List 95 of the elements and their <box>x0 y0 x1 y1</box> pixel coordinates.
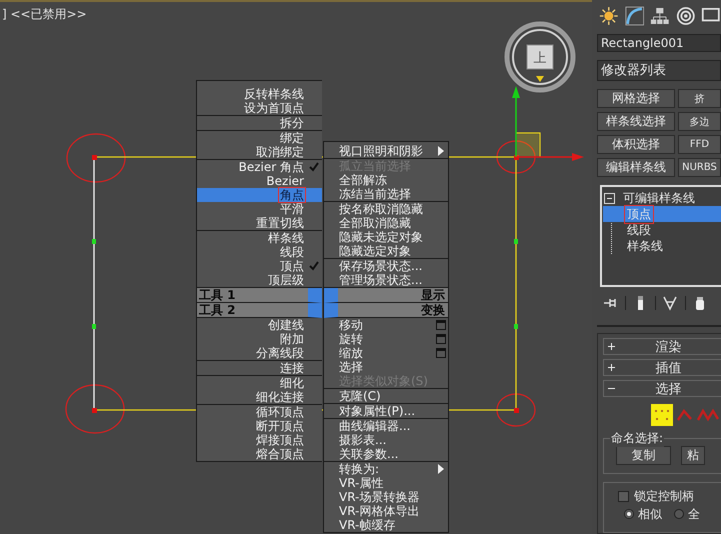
vertex-mode-icon <box>651 404 673 426</box>
modifier-button[interactable]: 网格选择 <box>597 89 675 108</box>
modifier-button[interactable]: 挤 <box>678 89 721 108</box>
hierarchy-icon <box>650 5 670 27</box>
menu-item[interactable]: 选择 <box>324 360 448 374</box>
checkbox-label: 锁定控制柄 <box>634 488 694 504</box>
sun-icon <box>599 5 619 27</box>
menu-item[interactable]: 循环顶点 <box>197 405 322 419</box>
menu-item[interactable]: 视口照明和阴影 <box>324 144 448 158</box>
modifier-list-dropdown[interactable]: 修改器列表 <box>597 60 721 82</box>
modifier-button[interactable]: 多边 <box>678 112 721 132</box>
rollout-header[interactable]: 插值 <box>603 359 721 376</box>
menu-item[interactable]: VR-网格体导出 <box>324 504 448 518</box>
menu-item[interactable]: 设为首顶点 <box>197 101 322 115</box>
stack-item[interactable]: 线段 <box>603 222 721 238</box>
modifier-button[interactable]: 体积选择 <box>597 135 675 154</box>
quad-header: 变换 <box>324 303 448 318</box>
menu-item[interactable]: 取消绑定 <box>197 145 322 159</box>
menu-item[interactable]: 线段 <box>197 245 322 259</box>
object-name-field[interactable]: Rectangle001 <box>597 34 721 52</box>
menu-item[interactable]: VR-属性 <box>324 476 448 490</box>
quad-header: 显示 <box>324 288 448 303</box>
radio-label: 全 <box>688 506 700 522</box>
segment-mode-icon <box>677 408 693 422</box>
submenu-arrow-icon <box>438 146 444 156</box>
menu-item[interactable]: 拆分 <box>197 116 322 130</box>
funnel-icon <box>663 295 678 312</box>
group-title: 命名选择: <box>610 430 664 447</box>
collapse-icon[interactable] <box>604 192 615 204</box>
spline-mode-icon <box>697 408 719 422</box>
modifier-button[interactable]: NURBS <box>678 158 721 178</box>
expand-icon <box>607 342 616 351</box>
menu-item[interactable]: 重置切线 <box>197 216 322 230</box>
menu-item[interactable]: 平滑 <box>197 202 322 216</box>
menu-item[interactable]: Bezier 角点 <box>197 160 322 174</box>
selection-circle <box>496 393 536 427</box>
menu-item[interactable]: 创建线 <box>197 318 322 332</box>
menu-item[interactable]: 按名称取消隐藏 <box>324 202 448 216</box>
selection-circle <box>65 384 125 434</box>
rollout-header[interactable]: 渲染 <box>603 338 721 355</box>
menu-item[interactable]: VR-场景转换器 <box>324 490 448 504</box>
menu-item[interactable]: 细化 <box>197 376 322 390</box>
menu-item[interactable]: 熔合顶点 <box>197 447 322 461</box>
menu-item[interactable]: 分离线段 <box>197 346 322 360</box>
menu-item[interactable]: Bezier <box>197 174 322 188</box>
radio-button[interactable] <box>674 509 684 519</box>
menu-item[interactable]: 曲线编辑器... <box>324 419 448 433</box>
menu-item[interactable]: 附加 <box>197 332 322 346</box>
menu-item[interactable]: 管理场景状态... <box>324 273 448 287</box>
menu-item[interactable]: 连接 <box>197 361 322 375</box>
quad-header: 工具 2 <box>197 303 322 318</box>
menu-item[interactable]: 冻结当前选择 <box>324 187 448 201</box>
expand-icon <box>607 363 616 372</box>
menu-item[interactable]: VR-帧缓存 <box>324 518 448 532</box>
menu-item[interactable]: 顶点 <box>197 259 322 273</box>
selection-circle <box>496 140 536 174</box>
menu-item[interactable]: 绑定 <box>197 131 322 145</box>
menu-item[interactable]: 移动 <box>324 318 448 332</box>
modifier-button[interactable]: 编辑样条线 <box>597 158 675 178</box>
menu-item[interactable]: 保存场景状态... <box>324 259 448 273</box>
menu-item[interactable]: 顶层级 <box>197 273 322 287</box>
menu-item[interactable]: 摄影表... <box>324 433 448 447</box>
menu-item[interactable]: 反转样条线 <box>197 87 322 101</box>
stack-item[interactable]: 可编辑样条线 <box>602 190 721 206</box>
menu-item[interactable]: 转换为: <box>324 462 448 476</box>
quad-header: 工具 1 <box>197 288 322 303</box>
menu-item[interactable]: 缩放 <box>324 346 448 360</box>
menu-item[interactable]: 隐藏未选定对象 <box>324 230 448 244</box>
menu-item[interactable]: 全部取消隐藏 <box>324 216 448 230</box>
target-icon <box>676 5 696 27</box>
menu-item[interactable]: 隐藏选定对象 <box>324 244 448 258</box>
menu-item[interactable]: 全部解冻 <box>324 173 448 187</box>
menu-item[interactable]: 细化连接 <box>197 390 322 404</box>
named-selection-button[interactable]: 复制 <box>616 446 671 465</box>
checkbox[interactable] <box>618 490 629 502</box>
modifier-button[interactable]: FFD <box>678 135 721 154</box>
menu-item[interactable]: 断开顶点 <box>197 419 322 433</box>
named-selection-button[interactable]: 粘 <box>681 446 705 465</box>
viewport-label[interactable]: ] <<已禁用>> <box>2 6 87 23</box>
curve-icon <box>624 5 644 27</box>
radio-button[interactable] <box>624 509 634 519</box>
menu-item[interactable]: 关联参数... <box>324 447 448 461</box>
viewcube-ring <box>504 22 576 92</box>
menu-item[interactable]: 焊接顶点 <box>197 433 322 447</box>
stack-item[interactable]: 样条线 <box>603 238 721 254</box>
menu-item[interactable]: 克隆(C) <box>324 389 448 403</box>
menu-item[interactable]: 样条线 <box>197 231 322 245</box>
menu-item[interactable]: 对象属性(P)... <box>324 404 448 418</box>
menu-item[interactable]: 旋转 <box>324 332 448 346</box>
selection-circle <box>66 133 126 183</box>
radio-label: 相似 <box>638 506 662 522</box>
menu-item[interactable]: 角点 <box>197 188 322 202</box>
modifier-button[interactable]: 样条线选择 <box>597 112 675 132</box>
submenu-arrow-icon <box>438 464 444 474</box>
rollout-header[interactable]: 选择 <box>603 380 721 397</box>
